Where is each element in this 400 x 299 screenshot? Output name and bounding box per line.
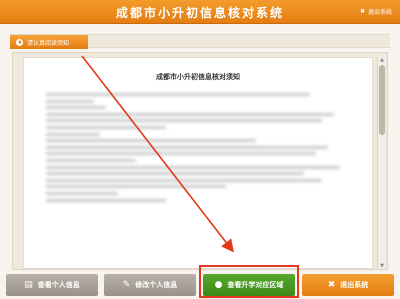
view-enrollment-area-button[interactable]: ● 查看升学对应区域 — [203, 274, 295, 296]
scroll-thumb[interactable] — [379, 65, 385, 135]
globe-icon: ● — [214, 279, 223, 290]
footer-toolbar: ▤ 查看个人信息 ✎ 修改个人信息 ● 查看升学对应区域 ✖ 退出系统 — [0, 272, 400, 299]
document-paper: 成都市小升初信息核对须知 — [23, 57, 373, 269]
scroll-down-icon[interactable]: ▼ — [378, 263, 386, 269]
logout-link[interactable]: ✖ 退出系统 — [360, 7, 392, 16]
app-header: 成都市小升初信息核对系统 ✖ 退出系统 — [0, 0, 400, 24]
document-frame: 成都市小升初信息核对须知 ▲ ▼ — [12, 52, 388, 270]
tab-bar: 请认真阅读须知 — [10, 34, 390, 49]
view-personal-info-button[interactable]: ▤ 查看个人信息 — [6, 274, 98, 296]
document-title: 成都市小升初信息核对须知 — [156, 73, 240, 81]
play-icon — [16, 38, 23, 46]
app-title: 成都市小升初信息核对系统 — [115, 6, 284, 20]
edit-icon: ✎ — [122, 279, 131, 290]
close-icon: ✖ — [327, 279, 336, 290]
logout-label: 退出系统 — [367, 9, 392, 16]
id-card-icon: ▤ — [24, 279, 33, 290]
document-body-blurred — [46, 90, 346, 268]
exit-system-button[interactable]: ✖ 退出系统 — [302, 274, 394, 296]
document-scrollbar[interactable]: ▲ ▼ — [377, 57, 385, 269]
tab-read-notice[interactable]: 请认真阅读须知 — [10, 35, 88, 49]
tab-label: 请认真阅读须知 — [27, 39, 70, 47]
edit-personal-info-button[interactable]: ✎ 修改个人信息 — [104, 274, 196, 296]
scroll-up-icon[interactable]: ▲ — [378, 57, 386, 63]
close-icon: ✖ — [359, 8, 365, 15]
